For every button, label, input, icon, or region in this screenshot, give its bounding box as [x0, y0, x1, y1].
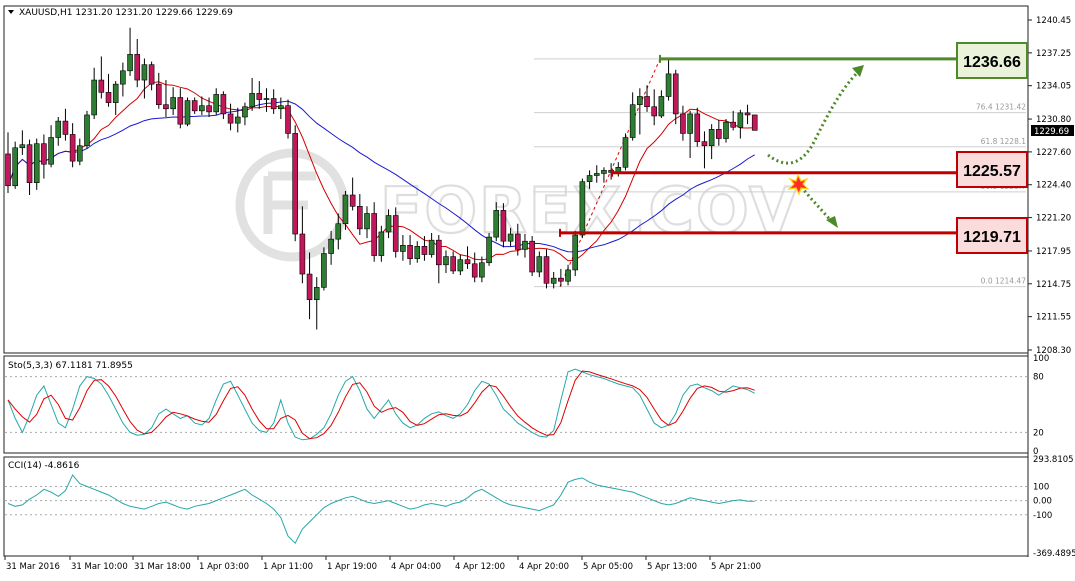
time-tick: 4 Apr 12:00	[455, 562, 505, 572]
candle	[622, 133, 629, 171]
symbol-info: XAUUSD,H1 1231.20 1231.20 1229.66 1229.6…	[19, 8, 233, 18]
price-tick: 1214.75	[1036, 280, 1071, 290]
candle	[572, 230, 579, 277]
candle	[321, 247, 327, 291]
candle	[33, 138, 40, 190]
time-tick: 1 Apr 19:00	[327, 562, 377, 572]
price-tick: 1234.05	[1036, 82, 1071, 92]
stoch-label: Sto(5,3,3) 67.1181 71.8955	[8, 361, 133, 371]
time-tick: 5 Apr 05:00	[583, 562, 633, 572]
price-tick: 1217.95	[1036, 247, 1071, 257]
candle	[184, 97, 191, 127]
time-tick: 4 Apr 04:00	[391, 562, 441, 572]
current-price: 1229.69	[1034, 127, 1069, 137]
fib-label: 76.4 1231.42	[976, 103, 1026, 112]
fib-label: 61.8 1228.1	[981, 137, 1027, 146]
current-price-tag: 1229.69	[1031, 125, 1074, 137]
mt4-chart-window[interactable]: FOREX.COV 76.4 1231.4261.8 1228.138.2 12…	[0, 0, 1075, 577]
price-tick: 1230.80	[1036, 115, 1071, 125]
time-tick: 1 Apr 03:00	[199, 562, 249, 572]
price-tick: 1221.20	[1036, 214, 1071, 224]
candle	[84, 110, 90, 149]
chart-header: XAUUSD,H1 1231.20 1231.20 1229.66 1229.6…	[8, 8, 233, 18]
cci-tick: 100	[1033, 482, 1049, 492]
cci-tick: -369.4895	[1033, 549, 1075, 559]
level-label-pivot[interactable]: 1225.57	[956, 151, 1028, 188]
level-label-support[interactable]: 1219.71	[956, 217, 1028, 254]
price-tick: 1224.40	[1036, 181, 1071, 191]
stoch-tick: 20	[1033, 428, 1044, 438]
support-price: 1219.71	[963, 229, 1021, 246]
cci-label: CCI(14) -4.8616	[8, 461, 80, 471]
level-label-resistance[interactable]: 1236.66	[956, 42, 1028, 79]
time-tick: 4 Apr 20:00	[519, 562, 569, 572]
candle	[529, 236, 535, 277]
price-tick: 1240.45	[1036, 16, 1071, 26]
fib-label: 0.0 1214.47	[981, 277, 1027, 286]
price-tick: 1211.55	[1036, 313, 1071, 323]
resistance-price: 1236.66	[963, 54, 1021, 71]
candle	[486, 232, 492, 266]
time-tick: 31 Mar 2016	[6, 562, 60, 572]
price-tick: 1227.60	[1036, 148, 1071, 158]
cci-tick: -100	[1033, 511, 1052, 521]
cci-tick: 293.8105	[1033, 455, 1074, 465]
price-tick: 1237.25	[1036, 49, 1071, 59]
pivot-price: 1225.57	[963, 163, 1021, 180]
candle	[751, 114, 758, 131]
time-tick: 5 Apr 13:00	[647, 562, 697, 572]
candle	[292, 125, 299, 242]
candle	[12, 141, 18, 189]
stoch-tick: 100	[1033, 354, 1049, 364]
time-tick: 31 Mar 18:00	[134, 562, 191, 572]
candle	[579, 178, 586, 239]
time-tick: 1 Apr 11:00	[263, 562, 313, 572]
time-tick: 31 Mar 10:00	[71, 562, 128, 572]
chart-canvas[interactable]: FOREX.COV 76.4 1231.4261.8 1228.138.2 12…	[0, 0, 1075, 577]
cci-tick: 0.00	[1033, 497, 1052, 507]
time-tick: 5 Apr 21:00	[711, 562, 761, 572]
stoch-tick: 80	[1033, 373, 1044, 383]
